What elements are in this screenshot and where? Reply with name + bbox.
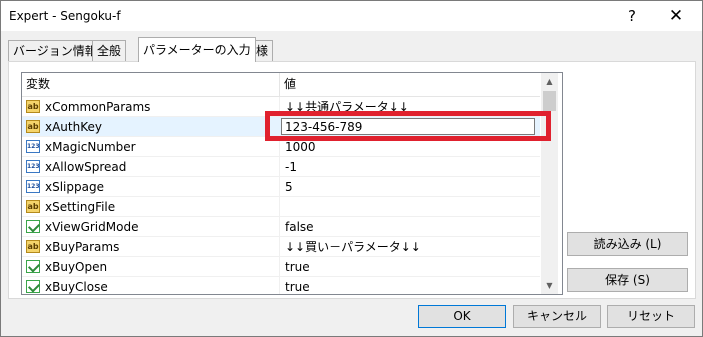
param-name: xViewGridMode (45, 220, 139, 234)
grid-rows: ab xCommonParams ↓↓共通パラメータ↓↓ ab xAuthKey… (22, 97, 540, 294)
tab-version-info[interactable]: バージョン情報 (8, 40, 102, 61)
param-name: xCommonParams (45, 100, 151, 114)
param-value[interactable]: 5 (285, 177, 293, 197)
param-row-xbuyparams[interactable]: ab xBuyParams ↓↓買い－パラメータ↓↓ (22, 237, 540, 257)
title-bar: Expert - Sengoku-f ? ✕ (1, 1, 702, 31)
param-row-xmagicnumber[interactable]: 123 xMagicNumber 1000 (22, 137, 540, 157)
param-row-xviewgridmode[interactable]: xViewGridMode false (22, 217, 540, 237)
ab-string-icon: ab (26, 200, 40, 213)
window-title: Expert - Sengoku-f (9, 9, 121, 23)
ab-string-icon: ab (26, 100, 40, 113)
param-row-xauthkey[interactable]: ab xAuthKey 123-456-789 (22, 117, 540, 137)
row-divider (279, 237, 280, 257)
row-divider (279, 197, 280, 217)
scroll-up-icon[interactable]: ▲ (541, 73, 558, 90)
ab-string-icon: ab (26, 240, 40, 253)
column-divider[interactable] (279, 73, 280, 96)
param-name: xBuyOpen (45, 260, 108, 274)
row-divider (279, 277, 280, 294)
param-name: xSlippage (45, 180, 104, 194)
auth-key-input[interactable]: 123-456-789 (281, 118, 535, 135)
parameters-panel: 変数 値 ab xCommonParams ↓↓共通パラメータ↓↓ ab xAu… (8, 61, 696, 299)
param-row-xsettingfile[interactable]: ab xSettingFile (22, 197, 540, 217)
tab-strip: バージョン情報 全般 パラメーターの入力 仕様 (1, 31, 702, 62)
param-row-xallowspread[interactable]: 123 xAllowSpread -1 (22, 157, 540, 177)
123-number-icon: 123 (26, 160, 40, 173)
ab-string-icon: ab (26, 120, 40, 133)
param-name: xMagicNumber (45, 140, 136, 154)
bool-icon (26, 260, 40, 273)
param-name: xBuyClose (45, 280, 108, 294)
load-button[interactable]: 読み込み (L) (567, 232, 688, 256)
param-value[interactable]: ↓↓共通パラメータ↓↓ (285, 97, 409, 117)
reset-button[interactable]: リセット (607, 305, 695, 328)
row-divider (279, 97, 280, 117)
param-value[interactable]: true (285, 277, 310, 294)
value-column-header[interactable]: 値 (284, 73, 296, 96)
param-name: xAuthKey (45, 120, 102, 134)
row-divider (279, 157, 280, 177)
param-row-xbuyopen[interactable]: xBuyOpen true (22, 257, 540, 277)
param-value[interactable]: true (285, 257, 310, 277)
scrollbar-thumb[interactable] (543, 91, 556, 111)
expert-dialog: Expert - Sengoku-f ? ✕ バージョン情報 全般 パラメーター… (0, 0, 703, 337)
param-row-xbuyclose[interactable]: xBuyClose true (22, 277, 540, 294)
help-icon[interactable]: ? (621, 5, 643, 27)
bool-icon (26, 280, 40, 293)
grid-header: 変数 値 (22, 73, 540, 97)
param-value[interactable]: 1000 (285, 137, 316, 157)
tab-general[interactable]: 全般 (92, 40, 127, 61)
row-divider (279, 257, 280, 277)
vertical-scrollbar[interactable]: ▲ ▼ (541, 73, 558, 294)
scroll-down-icon[interactable]: ▼ (541, 277, 558, 294)
param-row-xcommonparams[interactable]: ab xCommonParams ↓↓共通パラメータ↓↓ (22, 97, 540, 117)
param-value[interactable]: false (285, 217, 314, 237)
bool-icon (26, 220, 40, 233)
ok-button[interactable]: OK (418, 305, 506, 328)
variable-column-header[interactable]: 変数 (26, 73, 50, 96)
save-button[interactable]: 保存 (S) (567, 268, 688, 292)
cancel-button[interactable]: キャンセル (513, 305, 601, 328)
123-number-icon: 123 (26, 180, 40, 193)
parameters-grid: 変数 値 ab xCommonParams ↓↓共通パラメータ↓↓ ab xAu… (21, 72, 563, 295)
close-icon[interactable]: ✕ (665, 5, 687, 27)
row-divider (279, 137, 280, 157)
param-value[interactable]: ↓↓買い－パラメータ↓↓ (285, 237, 421, 257)
param-value[interactable]: -1 (285, 157, 297, 177)
123-number-icon: 123 (26, 140, 40, 153)
param-name: xBuyParams (45, 240, 120, 254)
param-name: xSettingFile (45, 200, 116, 214)
tab-parameters[interactable]: パラメーターの入力 (138, 37, 256, 62)
row-divider (279, 217, 280, 237)
row-divider (279, 177, 280, 197)
param-name: xAllowSpread (45, 160, 127, 174)
param-row-xslippage[interactable]: 123 xSlippage 5 (22, 177, 540, 197)
